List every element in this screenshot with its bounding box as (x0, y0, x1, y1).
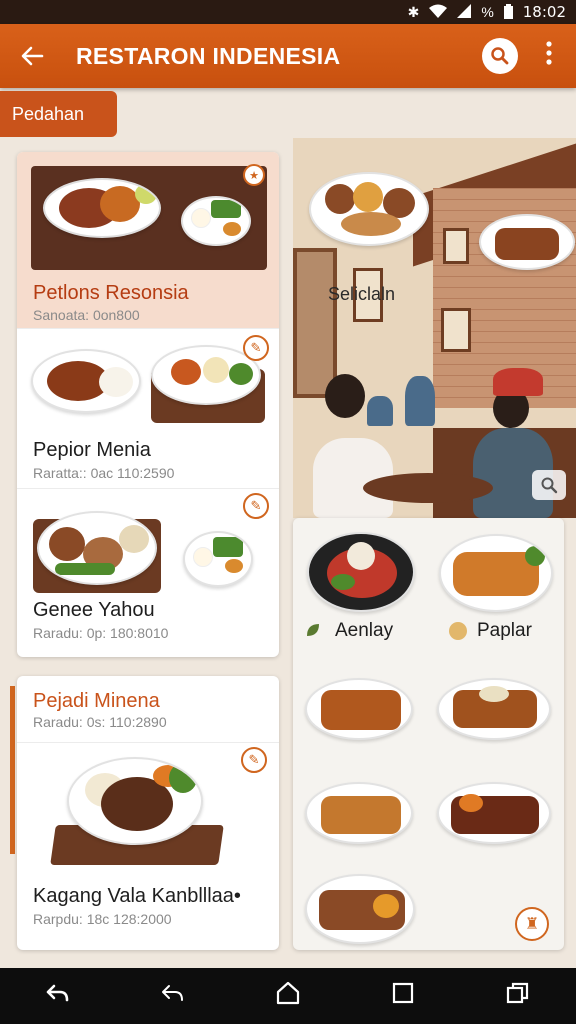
dish-item[interactable] (437, 782, 551, 844)
dish-grid: Aenlay Paplar ♜ (293, 518, 564, 950)
scene-dish (309, 172, 429, 246)
clock: 18:02 (522, 3, 566, 21)
featured-item[interactable]: ★ Petlons Resonsia Sanoata: 0on800 (17, 152, 279, 328)
arrow-left-icon (21, 46, 44, 66)
section-subtitle: Raradu: 0s: 110:2890 (33, 714, 167, 730)
wall-frame (443, 228, 469, 264)
grid-label: Paplar (477, 620, 532, 641)
dish-item[interactable] (305, 678, 413, 740)
list-item[interactable]: ✎ Genee Yahou Raradu: 0p: 180:8010 (17, 488, 279, 657)
dish-plate (43, 178, 161, 238)
section-accent-bar (10, 686, 15, 854)
dish-bowl (67, 757, 203, 845)
bluetooth-icon: ✱ (407, 4, 420, 20)
list-item[interactable]: ✎ Kagang Vala Kanblllaa• Rarpdu: 18c 128… (17, 742, 279, 950)
wall-frame (441, 308, 471, 352)
list-item[interactable]: ✎ Pepior Menia Raratta:: 0ac 110:2590 (17, 328, 279, 488)
signal-icon (457, 4, 472, 20)
page-title: RESTARON INDENESIA (76, 42, 341, 69)
restaurant-list-card-2: Pejadi Minena Raradu: 0s: 110:2890 ✎ Kag… (17, 676, 279, 950)
add-dish-button[interactable]: ♜ (515, 907, 549, 941)
item-subtitle: Raradu: 0p: 180:8010 (33, 625, 169, 641)
overview-icon[interactable] (488, 980, 548, 1013)
item-title: Pepior Menia (33, 439, 151, 461)
item-subtitle: Rarpdu: 18c 128:2000 (33, 911, 172, 927)
item-title: Genee Yahou (33, 599, 155, 621)
zoom-button[interactable] (532, 470, 566, 500)
undo-icon[interactable] (143, 980, 203, 1013)
wifi-icon (429, 4, 448, 20)
restaurant-list-card: ★ Petlons Resonsia Sanoata: 0on800 ✎ Pep… (17, 152, 279, 657)
dish-bowl (181, 196, 251, 246)
favorite-badge[interactable]: ✎ (241, 747, 267, 773)
search-button[interactable] (482, 38, 518, 74)
scene-label: Seliclaln (328, 284, 396, 304)
search-icon (491, 47, 509, 65)
home-icon[interactable] (258, 980, 318, 1013)
dish-item[interactable] (305, 782, 413, 844)
more-options-button[interactable] (546, 40, 552, 73)
dish-item[interactable] (437, 678, 551, 740)
section-title: Pejadi Minena (33, 690, 160, 712)
window (293, 248, 337, 398)
table (363, 473, 493, 503)
status-bar: ✱ % 18:02 (0, 0, 576, 24)
item-title: Kagang Vala Kanblllaa• (33, 885, 241, 907)
dish-plate (37, 511, 157, 585)
item-title: Petlons Resonsia (33, 282, 189, 304)
battery-label: % (481, 4, 494, 20)
favorite-badge[interactable]: ✎ (243, 493, 269, 519)
app-bar: RESTARON INDENESIA (0, 24, 576, 88)
back-button[interactable] (0, 24, 64, 88)
dish-plate (31, 349, 141, 413)
battery-icon (503, 3, 513, 21)
favorite-badge[interactable]: ✎ (243, 335, 269, 361)
featured-photo (31, 166, 267, 270)
item-subtitle: Raratta:: 0ac 110:2590 (33, 465, 175, 481)
favorite-badge[interactable]: ★ (243, 164, 265, 186)
coin-icon (449, 622, 467, 640)
dish-item[interactable] (439, 534, 553, 612)
dish-item[interactable] (307, 532, 415, 612)
category-chip[interactable]: Pedahan (0, 91, 117, 137)
search-icon (541, 477, 558, 494)
recents-icon[interactable] (373, 981, 433, 1012)
back-icon[interactable] (28, 980, 88, 1013)
dish-bowl (183, 531, 253, 587)
more-vertical-icon (546, 40, 552, 65)
dish-item[interactable] (305, 874, 415, 944)
restaurant-illustration[interactable]: Seliclaln (293, 138, 576, 518)
scene-dish (479, 214, 575, 270)
leaf-icon (307, 624, 319, 636)
grid-label: Aenlay (335, 620, 394, 641)
item-subtitle: Sanoata: 0on800 (33, 307, 140, 323)
system-nav-bar (0, 968, 576, 1024)
